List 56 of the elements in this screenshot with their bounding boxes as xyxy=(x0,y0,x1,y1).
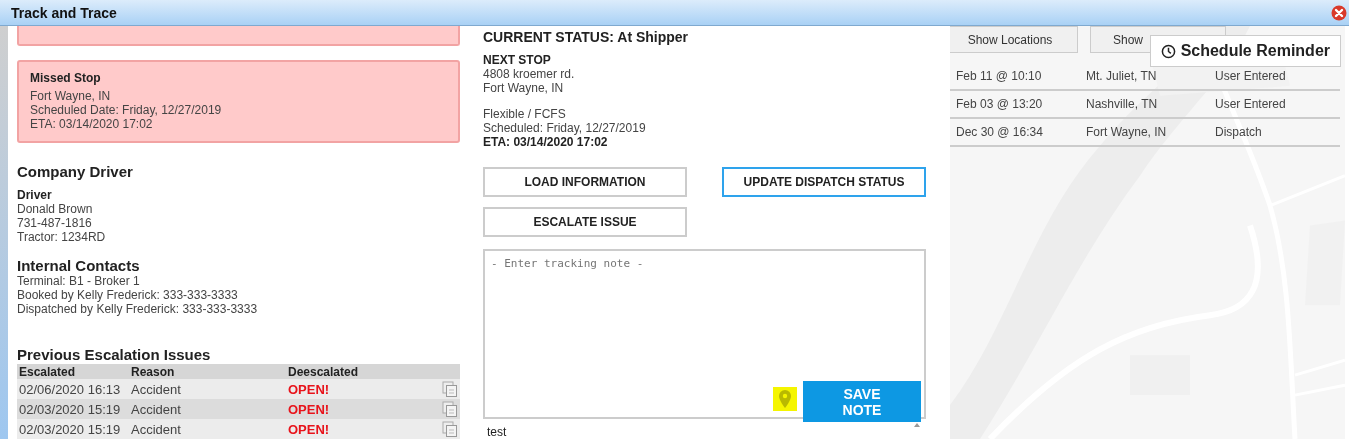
table-cell-text: Accident xyxy=(131,381,182,397)
contact-info: Booked by Kelly Frederick: 333-333-3333 xyxy=(17,288,239,302)
column-header: Escalated xyxy=(18,364,77,379)
contact-info: Terminal: B1 - Broker 1 xyxy=(17,274,141,288)
table-cell-text: Feb 11 @ 10:10 xyxy=(955,69,1043,83)
action-button[interactable]: ESCALATE ISSUE xyxy=(483,207,687,238)
close-icon[interactable] xyxy=(1331,4,1347,21)
copy-icon[interactable] xyxy=(442,401,458,417)
driver-label: Driver xyxy=(17,188,53,202)
action-button[interactable]: LOAD INFORMATION xyxy=(483,167,687,198)
table-cell-text: Dispatch xyxy=(1215,125,1263,139)
map-button[interactable]: Show Locations xyxy=(950,26,1078,53)
table-cell-text: OPEN! xyxy=(288,401,331,417)
table-cell-text: Dec 30 @ 16:34 xyxy=(955,125,1044,139)
current-status: CURRENT STATUS: At Shipper xyxy=(483,29,690,45)
eta-text: ETA: 03/14/2020 17:02 xyxy=(483,135,609,150)
note-text: test xyxy=(487,425,507,439)
table-cell-text: OPEN! xyxy=(288,421,331,437)
table-cell-text: Accident xyxy=(131,401,182,417)
table-cell-text: Fort Wayne, IN xyxy=(1086,125,1168,139)
copy-icon[interactable] xyxy=(442,381,458,397)
table-cell-text: 02/06/2020 16:13 xyxy=(18,381,122,397)
section-heading: Internal Contacts xyxy=(17,257,141,274)
section-heading: Previous Escalation Issues xyxy=(17,346,212,363)
table-cell-text: Mt. Juliet, TN xyxy=(1086,69,1158,83)
schedule-text: Flexible / FCFS xyxy=(483,107,567,122)
alert-title: Missed Stop xyxy=(30,71,102,85)
table-cell-text: Accident xyxy=(131,421,182,437)
driver-info: Donald Brown xyxy=(17,202,94,216)
table-cell-text: 02/03/2020 15:19 xyxy=(18,401,122,417)
table-cell-text: User Entered xyxy=(1215,69,1287,83)
table-cell-text: User Entered xyxy=(1215,97,1287,111)
scroll-up-icon[interactable] xyxy=(912,421,922,429)
column-header: Reason xyxy=(131,364,176,379)
clock-icon xyxy=(1160,43,1176,59)
table-cell-text: Feb 03 @ 13:20 xyxy=(955,97,1044,111)
alert-text: ETA: 03/14/2020 17:02 xyxy=(30,117,154,131)
table-cell-text: Nashville, TN xyxy=(1086,97,1159,111)
schedule-reminder-button[interactable]: Schedule Reminder xyxy=(1149,35,1341,67)
driver-info: Tractor: 1234RD xyxy=(17,230,107,244)
contact-info: Dispatched by Kelly Frederick: 333-333-3333 xyxy=(17,302,259,316)
driver-info: 731-487-1816 xyxy=(17,216,93,230)
address-text: 4808 kroemer rd. xyxy=(483,67,576,81)
table-cell-text: OPEN! xyxy=(288,381,331,397)
copy-icon[interactable] xyxy=(442,421,458,437)
address-text: Fort Wayne, IN xyxy=(483,81,565,95)
table-cell-text: 02/03/2020 15:19 xyxy=(18,421,122,437)
next-stop-label: NEXT STOP xyxy=(483,53,552,67)
location-pin-icon[interactable] xyxy=(773,387,797,412)
action-button[interactable]: UPDATE DISPATCH STATUS xyxy=(722,167,926,198)
alert-text: Fort Wayne, IN xyxy=(30,89,112,103)
schedule-text: Scheduled: Friday, 12/27/2019 xyxy=(483,121,647,136)
window-title: Track and Trace xyxy=(11,4,117,21)
alert-text: Scheduled Date: Friday, 12/27/2019 xyxy=(30,103,223,117)
column-header: Deescalated xyxy=(288,364,360,379)
section-heading: Company Driver xyxy=(17,163,134,180)
